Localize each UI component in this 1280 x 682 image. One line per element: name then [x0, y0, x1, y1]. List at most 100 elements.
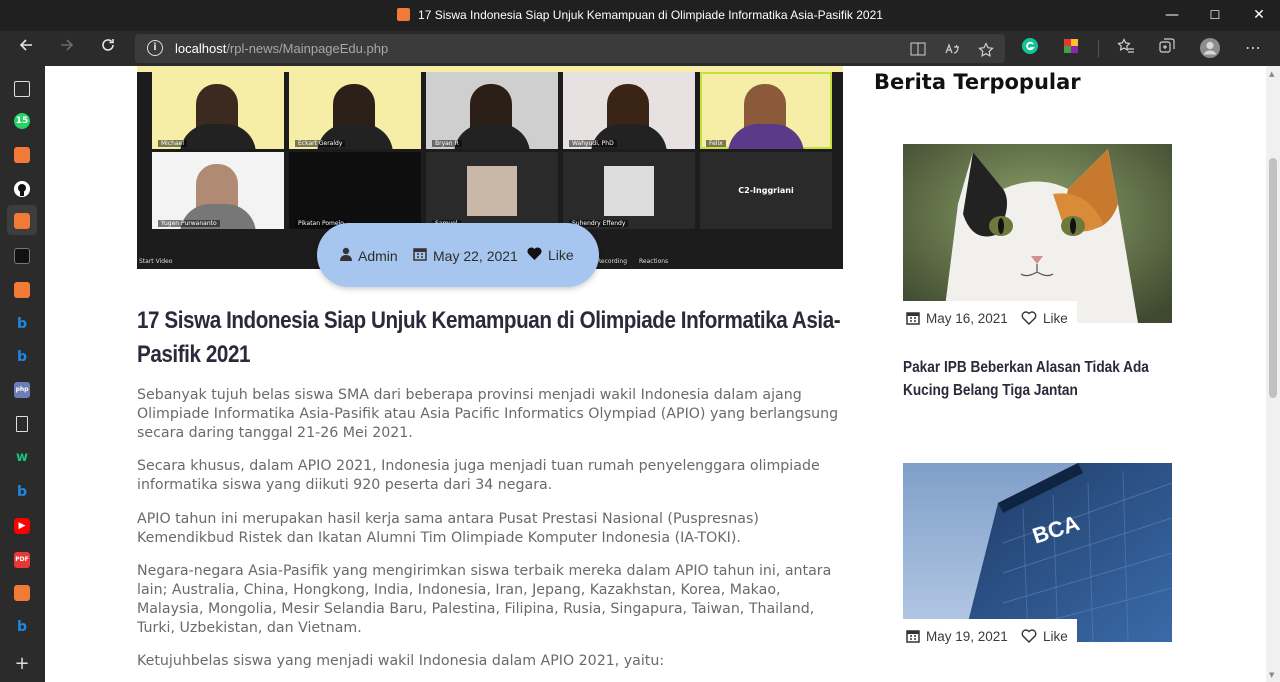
- refresh-icon: [102, 39, 114, 51]
- window-title: 17 Siswa Indonesia Siap Unjuk Kemampuan …: [0, 8, 1280, 22]
- browser-toolbar: i localhost/rpl-news/MainpageEdu.php ⋯: [0, 31, 1280, 66]
- xampp-tab-icon-3[interactable]: [14, 585, 30, 601]
- php-tab-icon[interactable]: php: [14, 382, 30, 398]
- article-paragraph: Sebanyak tujuh belas siswa SMA dari bebe…: [137, 387, 839, 441]
- user-icon: [340, 247, 352, 261]
- article-paragraph: APIO tahun ini merupakan hasil kerja sam…: [137, 511, 759, 546]
- back-button[interactable]: [13, 36, 39, 62]
- article-paragraph: Negara-negara Asia-Pasifik yang mengirim…: [137, 563, 832, 636]
- maximize-button[interactable]: ☐: [1200, 4, 1230, 26]
- popular-news-heading: Berita Terpopular: [874, 70, 1081, 94]
- xampp-active-tab-icon[interactable]: [14, 213, 30, 229]
- author-name: Admin: [358, 248, 398, 264]
- address-bar[interactable]: i localhost/rpl-news/MainpageEdu.php: [135, 34, 1005, 63]
- heart-outline-icon: [1021, 311, 1037, 325]
- zoom-reactions-label: Reactions: [639, 258, 669, 265]
- card-date-text: May 16, 2021: [926, 311, 1008, 326]
- forward-arrow-icon: [61, 39, 74, 51]
- calico-cat-image: [903, 144, 1172, 323]
- participant-tile: Wahyudi, PhD: [563, 72, 695, 149]
- card-like-button[interactable]: Like: [1021, 311, 1068, 326]
- tab-actions-icon[interactable]: [14, 81, 30, 97]
- refresh-button[interactable]: [95, 36, 121, 62]
- calendar-icon: [906, 630, 920, 643]
- date-meta: May 22, 2021: [413, 247, 518, 264]
- bing-tab-icon-2[interactable]: b: [14, 349, 30, 365]
- participant-tile: Yugen Purwananto: [152, 152, 284, 229]
- calendar-icon: [413, 248, 427, 261]
- bing-tab-icon[interactable]: b: [14, 316, 30, 332]
- card-like-label: Like: [1043, 311, 1068, 326]
- document-tab-icon[interactable]: [16, 416, 28, 432]
- popular-card-meta: May 19, 2021 Like: [903, 619, 1077, 653]
- popular-card-title[interactable]: Pakar IPB Beberkan Alasan Tidak Ada Kuci…: [903, 356, 1176, 402]
- article-date: May 22, 2021: [433, 248, 518, 264]
- article-title: 17 Siswa Indonesia Siap Unjuk Kemampuan …: [137, 307, 841, 368]
- url-host: localhost: [175, 41, 227, 56]
- pdf-tab-icon[interactable]: PDF: [14, 552, 30, 568]
- heart-icon: [527, 247, 542, 260]
- site-info-icon[interactable]: i: [147, 40, 163, 56]
- bing-tab-icon-4[interactable]: b: [14, 619, 30, 635]
- like-button[interactable]: Like: [527, 247, 574, 263]
- participant-tile: Samuel: [426, 152, 558, 229]
- scrollbar-thumb[interactable]: [1269, 158, 1277, 398]
- close-button[interactable]: ✕: [1244, 4, 1274, 26]
- github-tab-icon[interactable]: [14, 181, 30, 197]
- calendar-icon: [906, 312, 920, 325]
- xampp-tab-icon[interactable]: [14, 147, 30, 163]
- w-tab-icon[interactable]: w: [14, 450, 30, 466]
- whatsapp-tab-icon[interactable]: 15: [14, 113, 30, 129]
- vertical-tabs-sidebar: 15 b b php w b ▶ PDF b +: [0, 66, 45, 682]
- avatar-glyph: [1200, 38, 1220, 58]
- like-label: Like: [548, 247, 574, 263]
- card-like-label: Like: [1043, 629, 1068, 644]
- participant-tile: Michael: [152, 72, 284, 149]
- popular-card-meta: May 16, 2021 Like: [903, 301, 1077, 335]
- youtube-tab-icon[interactable]: ▶: [14, 518, 30, 534]
- participant-tile: Eckart Geraldy: [289, 72, 421, 149]
- scroll-down-icon[interactable]: ▼: [1269, 671, 1274, 679]
- author-meta[interactable]: Admin: [340, 247, 398, 264]
- bing-tab-icon-3[interactable]: b: [14, 484, 30, 500]
- toolbar-divider: [1098, 40, 1099, 57]
- window-title-text: 17 Siswa Indonesia Siap Unjuk Kemampuan …: [418, 8, 883, 22]
- popular-card-image[interactable]: BCA: [903, 463, 1172, 642]
- notion-tab-icon[interactable]: [14, 248, 30, 264]
- grammarly-extension-icon[interactable]: [1019, 37, 1041, 59]
- reader-view-icon[interactable]: [909, 42, 927, 60]
- settings-more-icon[interactable]: ⋯: [1242, 37, 1264, 59]
- page-viewport: Michael Eckart Geraldy Bryan R Wahyudi, …: [45, 66, 1280, 682]
- card-like-button[interactable]: Like: [1021, 629, 1068, 644]
- collections-glyph: [1159, 38, 1175, 53]
- new-tab-plus-icon[interactable]: +: [14, 655, 30, 673]
- star-add-glyph: [978, 42, 994, 58]
- minimize-button[interactable]: —: [1157, 4, 1187, 26]
- participant-tile: Suhendry Effendy: [563, 152, 695, 229]
- collections-icon[interactable]: [1156, 37, 1178, 59]
- scroll-up-icon[interactable]: ▲: [1269, 70, 1274, 78]
- participant-tile: Bryan R: [426, 72, 558, 149]
- popular-card-image[interactable]: [903, 144, 1172, 323]
- article-paragraph: Secara khusus, dalam APIO 2021, Indonesi…: [137, 458, 820, 493]
- window-titlebar: 17 Siswa Indonesia Siap Unjuk Kemampuan …: [0, 0, 1280, 31]
- url-text[interactable]: localhost/rpl-news/MainpageEdu.php: [175, 41, 388, 56]
- participant-tile: Pikatan Pomelo: [289, 152, 421, 229]
- reader-view-glyph: [910, 42, 926, 56]
- bca-building-image: BCA: [903, 463, 1172, 642]
- read-aloud-icon[interactable]: [943, 42, 961, 60]
- colorful-extension-icon[interactable]: [1060, 37, 1082, 59]
- zoom-start-video-label: Start Video: [139, 258, 173, 265]
- profile-avatar-icon[interactable]: [1199, 37, 1221, 59]
- favorites-glyph: [1117, 38, 1134, 53]
- heart-outline-icon: [1021, 629, 1037, 643]
- favorite-star-icon[interactable]: [977, 42, 995, 60]
- forward-button[interactable]: [54, 36, 80, 62]
- article-meta-pill: Admin May 22, 2021 Like: [317, 223, 599, 287]
- zoom-recording-label: Recording: [597, 258, 628, 265]
- xampp-tab-icon-2[interactable]: [14, 282, 30, 298]
- read-aloud-glyph: [945, 43, 959, 54]
- xampp-favicon-icon: [397, 8, 411, 21]
- favorites-icon[interactable]: [1115, 37, 1137, 59]
- page-scrollbar[interactable]: ▲ ▼: [1266, 66, 1280, 682]
